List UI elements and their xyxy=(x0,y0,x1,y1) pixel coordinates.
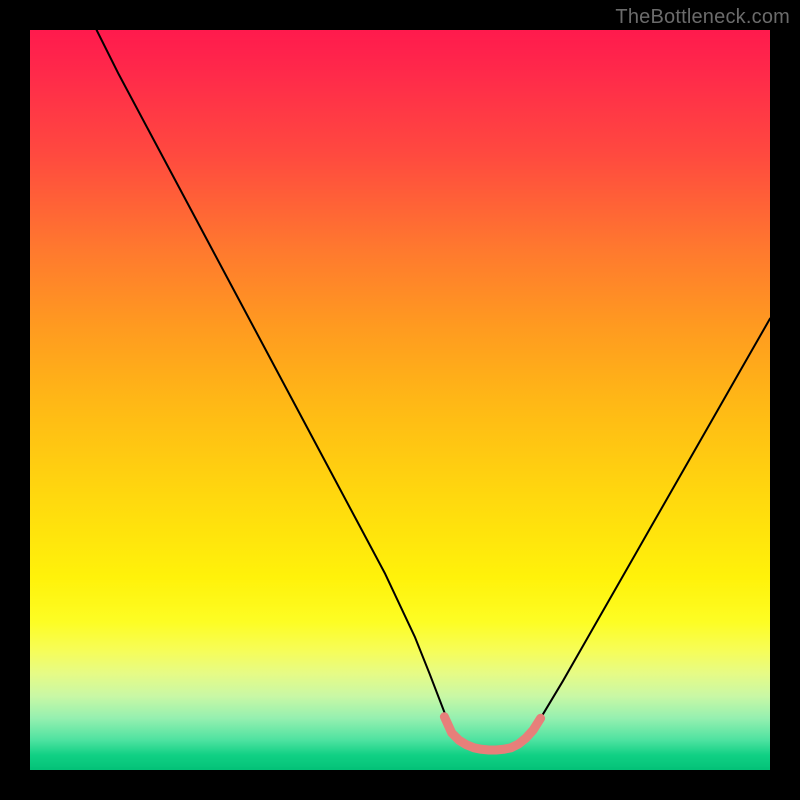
watermark-text: TheBottleneck.com xyxy=(615,6,790,29)
series-bottleneck-curve xyxy=(97,30,770,749)
curve-layer xyxy=(30,30,770,770)
series-highlight-dip xyxy=(444,717,540,750)
plot-area xyxy=(30,30,770,770)
chart-stage: TheBottleneck.com xyxy=(0,0,800,800)
